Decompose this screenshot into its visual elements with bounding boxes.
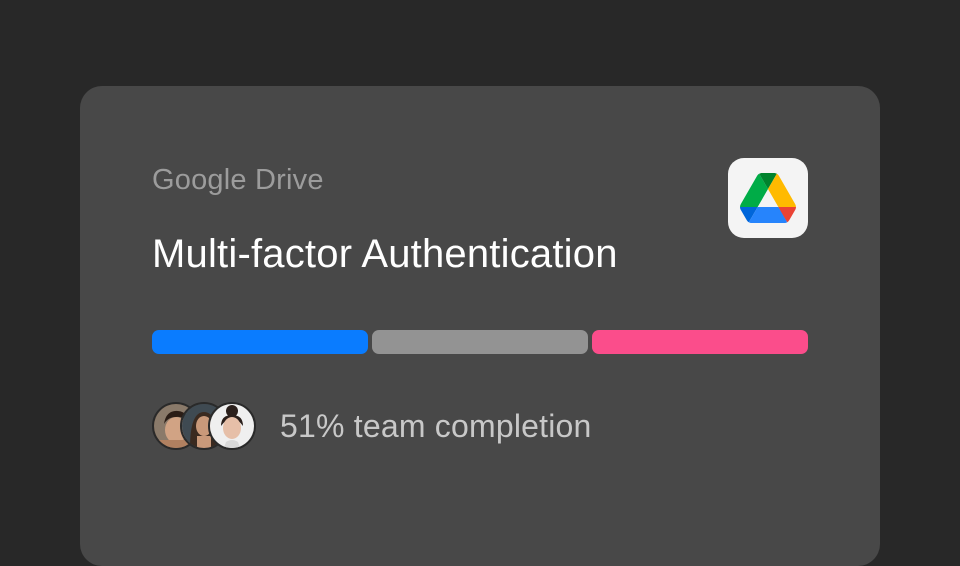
progress-segment-pink xyxy=(592,330,808,354)
mfa-card[interactable]: Google Drive Multi-factor Authentication xyxy=(80,86,880,566)
team-completion-text: 51% team completion xyxy=(280,407,592,444)
card-title: Multi-factor Authentication xyxy=(152,232,618,276)
progress-bar xyxy=(152,330,808,354)
team-completion-row: 51% team completion xyxy=(152,402,592,450)
avatar-group[interactable] xyxy=(152,402,256,450)
progress-segment-blue xyxy=(152,330,368,354)
progress-segment-gray xyxy=(372,330,588,354)
avatar[interactable] xyxy=(208,402,256,450)
google-drive-icon xyxy=(728,158,808,238)
avatar-woman-bun-image xyxy=(210,404,254,448)
google-drive-logo xyxy=(740,173,796,223)
app-name: Google Drive xyxy=(152,164,324,196)
